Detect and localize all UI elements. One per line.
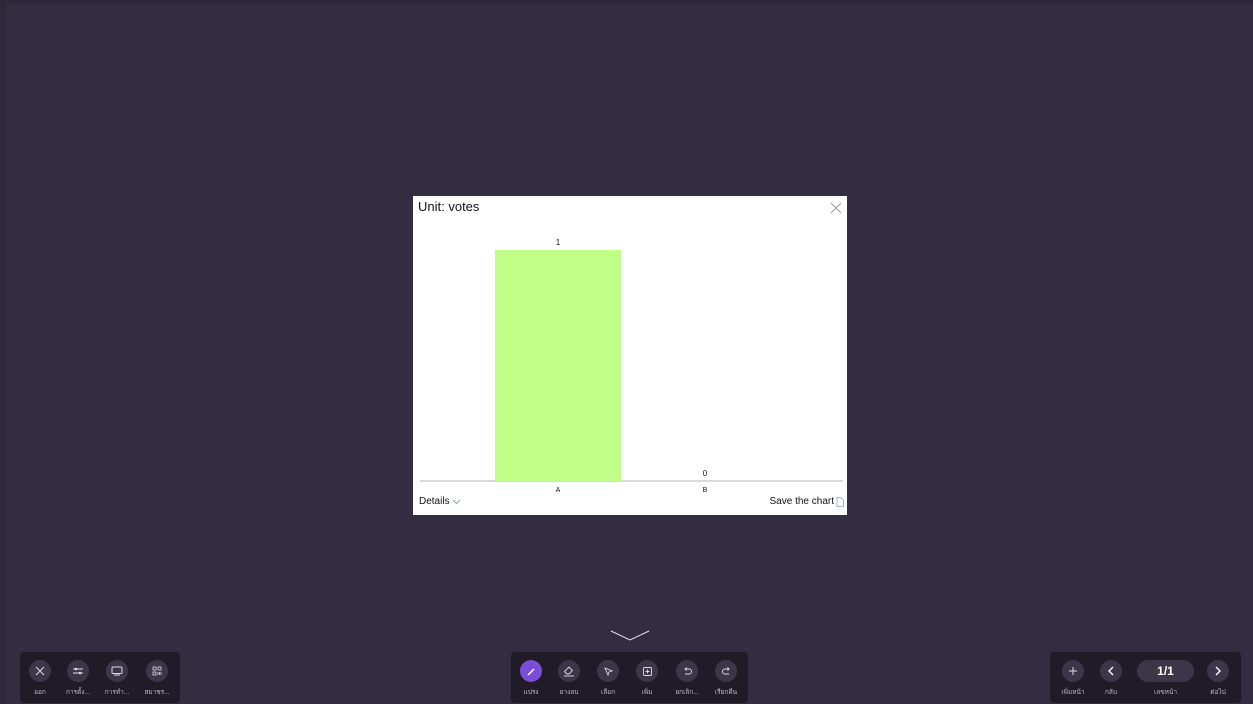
tick-label-B: B [703,487,708,494]
settings-label: การตั้ง... [66,689,90,696]
screen-icon [106,660,128,682]
add-page-label: เพิ่มหน้า [1061,689,1085,696]
pen-icon [520,660,542,682]
page-number-label: เลขหน้า [1153,689,1178,696]
add-page-button[interactable]: เพิ่มหน้า [1056,652,1090,703]
select-icon [597,660,619,682]
page-number-indicator[interactable]: 1/1 [1137,660,1194,682]
redo-button[interactable]: เรียกคืน [709,652,743,703]
data-label-B: 0 [703,469,708,478]
details-toggle[interactable]: Details [419,496,461,507]
data-label-A: 1 [556,238,561,247]
chevron-down-icon [452,499,460,504]
select-label: เลือก [600,689,616,696]
eraser-label: ยางลบ [559,689,579,696]
settings-button[interactable]: การตั้ง... [61,652,95,703]
bar-chart: 1 A 0 B [420,238,843,494]
undo-label: ยกเลิก... [675,689,699,696]
display-button[interactable]: การทำ... [100,652,134,703]
next-page-label: ต่อไป [1210,689,1226,696]
tick-label-A: A [556,487,561,494]
display-label: การทำ... [104,689,130,696]
members-button[interactable]: สมาชร... [140,652,174,703]
page-toolbar: เพิ่มหน้า กลับ 1/1 เลขหน้า ต่อไป [1050,652,1241,703]
redo-icon [715,660,737,682]
apps-grid-icon [146,660,168,682]
pen-tool-button[interactable]: แปรง [514,652,548,703]
left-toolbar: ออก การตั้ง... การทำ... สมาชร... [20,652,180,703]
plus-icon [1062,660,1084,682]
close-icon [29,660,51,682]
previous-page-label: กลับ [1104,689,1118,696]
members-label: สมาชร... [144,689,170,696]
previous-page-button[interactable]: กลับ [1094,652,1128,703]
settings-sliders-icon [67,660,89,682]
pen-label: แปรง [523,689,539,696]
add-tool-button[interactable]: เพิ่ม [630,652,664,703]
vote-chart-dialog: Unit: votes 1A0B Details Save the chart [413,196,847,515]
select-tool-button[interactable]: เลือก [591,652,625,703]
exit-button[interactable]: ออก [23,652,57,703]
eraser-icon [558,660,580,682]
save-chart-button[interactable]: Save the chart [770,496,844,507]
save-chart-label: Save the chart [769,496,834,507]
redo-label: เรียกคืน [714,689,738,696]
exit-label: ออก [34,689,46,696]
file-icon [836,496,844,507]
chevron-left-icon [1100,660,1122,682]
undo-button[interactable]: ยกเลิก... [670,652,704,703]
collapse-toolbar-chevron-icon[interactable] [610,630,650,642]
eraser-tool-button[interactable]: ยางลบ [552,652,586,703]
undo-icon [676,660,698,682]
drawing-toolbar: แปรง ยางลบ เลือก เพิ่ม ยกเลิก... เรียกคื… [511,652,748,703]
bar-A [495,250,621,481]
chevron-right-icon [1207,660,1229,682]
next-page-button[interactable]: ต่อไป [1201,652,1235,703]
add-note-icon [636,660,658,682]
details-label: Details [419,496,450,507]
add-label: เพิ่ม [641,689,653,696]
